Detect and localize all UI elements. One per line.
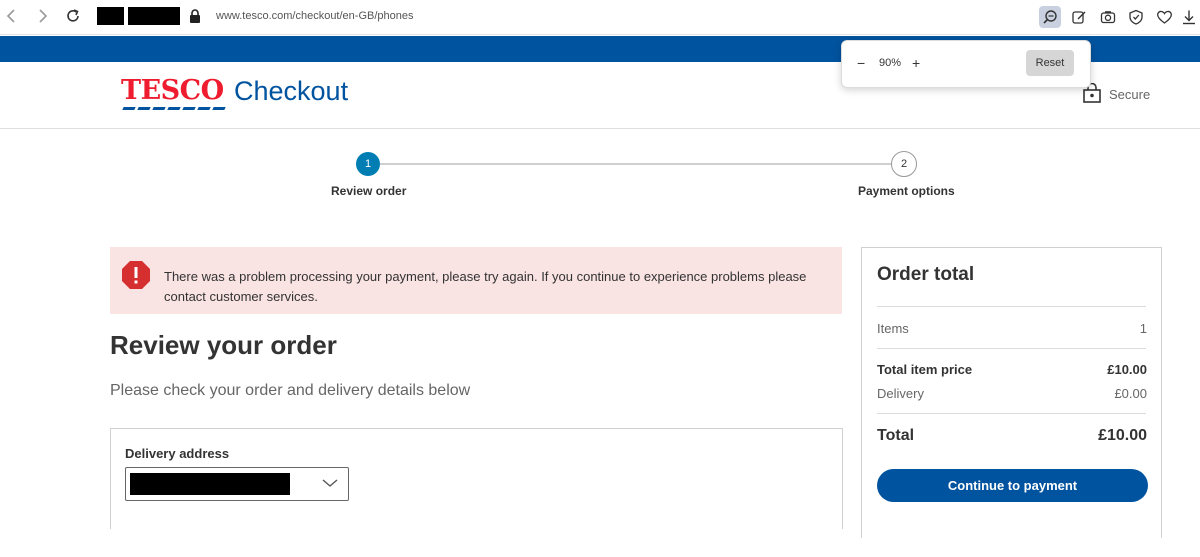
step-1-indicator: 1	[356, 152, 380, 176]
reload-icon[interactable]	[63, 6, 83, 26]
step-2-indicator: 2	[891, 151, 917, 177]
order-total-heading: Order total	[877, 264, 975, 285]
items-row: Items 1	[877, 321, 1147, 336]
camera-icon[interactable]	[1097, 6, 1119, 28]
delivery-row: Delivery £0.00	[877, 386, 1147, 401]
total-value: £10.00	[1098, 427, 1147, 444]
stepper-track	[380, 163, 892, 165]
total-item-price-value: £10.00	[1107, 362, 1147, 377]
continue-to-payment-button[interactable]: Continue to payment	[877, 469, 1148, 502]
lock-icon	[189, 9, 201, 23]
review-subheading: Please check your order and delivery det…	[110, 382, 471, 399]
zoom-in-button[interactable]: +	[912, 55, 920, 71]
delivery-label: Delivery	[877, 386, 924, 401]
browser-toolbar: www.tesco.com/checkout/en-GB/phones	[0, 0, 1200, 35]
zoom-icon[interactable]	[1039, 6, 1061, 28]
divider	[877, 348, 1146, 349]
total-item-price-row: Total item price £10.00	[877, 362, 1147, 377]
error-icon	[121, 260, 151, 290]
zoom-reset-button[interactable]: Reset	[1026, 50, 1074, 76]
divider	[877, 413, 1146, 414]
edit-icon[interactable]	[1068, 6, 1090, 28]
tesco-logo[interactable]: TESCO	[121, 75, 226, 110]
zoom-popup: − 90% + Reset	[841, 40, 1091, 88]
shield-icon[interactable]	[1125, 6, 1147, 28]
redacted-block	[128, 7, 180, 25]
review-heading: Review your order	[110, 330, 337, 360]
zoom-out-button[interactable]: −	[857, 55, 865, 71]
download-icon[interactable]	[1178, 6, 1200, 28]
error-message: There was a problem processing your paym…	[164, 269, 807, 304]
order-total-card: Order total Items 1 Total item price £10…	[861, 247, 1162, 538]
forward-icon[interactable]	[32, 6, 52, 26]
items-label: Items	[877, 321, 909, 336]
total-row: Total £10.00	[877, 427, 1147, 445]
redacted-address	[130, 473, 290, 495]
back-icon[interactable]	[2, 6, 22, 26]
redacted-block	[97, 7, 124, 25]
delivery-address-card: Delivery address	[110, 428, 843, 529]
chevron-down-icon	[322, 476, 338, 495]
step-1-label: Review order	[331, 184, 407, 198]
secure-indicator: Secure	[1083, 82, 1151, 106]
logo-stripes	[122, 107, 226, 110]
items-value: 1	[1139, 321, 1147, 336]
page-title: Checkout	[234, 76, 349, 106]
total-item-price-label: Total item price	[877, 362, 973, 377]
divider	[877, 306, 1146, 307]
secure-label: Secure	[1109, 87, 1151, 102]
delivery-value: £0.00	[1114, 386, 1147, 401]
logo-wordmark: TESCO	[121, 75, 224, 106]
delivery-address-select[interactable]	[125, 467, 349, 501]
total-label: Total	[877, 427, 915, 444]
address-bar[interactable]: www.tesco.com/checkout/en-GB/phones	[216, 10, 413, 22]
heart-icon[interactable]	[1153, 6, 1175, 28]
delivery-address-label: Delivery address	[125, 446, 230, 461]
zoom-level: 90%	[879, 57, 902, 69]
payment-error-banner: There was a problem processing your paym…	[110, 247, 842, 314]
step-2-label: Payment options	[858, 184, 955, 198]
